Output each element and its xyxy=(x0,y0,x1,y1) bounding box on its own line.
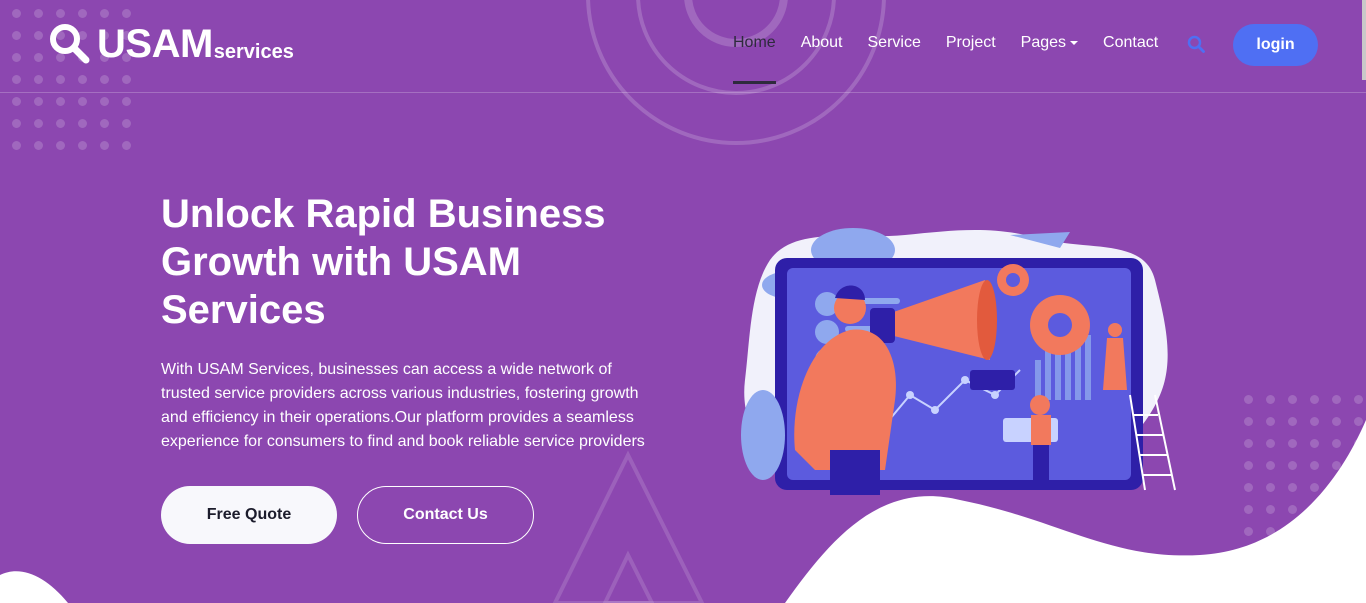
decor-dot xyxy=(1243,460,1253,470)
decor-dot xyxy=(1287,482,1297,492)
decor-dot xyxy=(1309,438,1319,448)
nav-project[interactable]: Project xyxy=(946,34,996,52)
main-nav: Home About Service Project Pages Contact xyxy=(733,34,1183,84)
decor-dot xyxy=(121,96,131,106)
decor-dot xyxy=(1265,438,1275,448)
decor-dot xyxy=(1265,394,1275,404)
decor-dot xyxy=(1353,482,1363,492)
decor-dot xyxy=(55,118,65,128)
decor-dot xyxy=(1265,482,1275,492)
decor-dot xyxy=(77,118,87,128)
decor-dot xyxy=(11,96,21,106)
decor-dot xyxy=(77,96,87,106)
decor-dot xyxy=(11,118,21,128)
decor-dot xyxy=(1265,416,1275,426)
hero-illustration xyxy=(741,228,1176,495)
decor-dot xyxy=(121,140,131,150)
nav-pages-dropdown[interactable]: Pages xyxy=(1020,34,1079,52)
decor-dot xyxy=(1353,504,1363,514)
decor-dot xyxy=(1243,438,1253,448)
nav-service[interactable]: Service xyxy=(868,34,921,52)
hero-title: Unlock Rapid Business Growth with USAM S… xyxy=(161,192,606,332)
decor-dot xyxy=(121,118,131,128)
decor-dot xyxy=(1265,526,1275,536)
decor-dot xyxy=(1353,438,1363,448)
decor-dot xyxy=(99,140,109,150)
decor-dot xyxy=(1331,526,1341,536)
decor-dot xyxy=(1309,460,1319,470)
decor-dot xyxy=(33,140,43,150)
contact-us-button[interactable]: Contact Us xyxy=(357,486,534,544)
decor-dot xyxy=(1309,416,1319,426)
decor-dot xyxy=(1287,438,1297,448)
search-icon[interactable] xyxy=(1187,35,1205,53)
logo[interactable]: USAM services xyxy=(48,22,294,64)
scrollbar[interactable] xyxy=(1362,0,1366,80)
decor-dot xyxy=(1265,504,1275,514)
decor-dot xyxy=(1309,394,1319,404)
dot-grid-bottom-right xyxy=(1237,388,1366,542)
decor-dot xyxy=(1287,504,1297,514)
decor-dot xyxy=(1331,460,1341,470)
decor-dot xyxy=(1331,394,1341,404)
decor-dot xyxy=(1309,504,1319,514)
decor-dot xyxy=(1243,504,1253,514)
decor-dot xyxy=(33,96,43,106)
decor-dot xyxy=(1331,438,1341,448)
logo-magnifier-icon xyxy=(50,24,90,64)
nav-contact[interactable]: Contact xyxy=(1103,34,1158,52)
decor-dot xyxy=(33,118,43,128)
decor-dot xyxy=(1331,504,1341,514)
decor-dot xyxy=(1331,416,1341,426)
decor-dot xyxy=(1353,526,1363,536)
decor-dot xyxy=(1353,394,1363,404)
nav-about[interactable]: About xyxy=(801,34,843,52)
site-header: USAM services Home About Service Project… xyxy=(0,0,1366,93)
hero-description: With USAM Services, businesses can acces… xyxy=(161,361,645,450)
decor-dot xyxy=(11,140,21,150)
logo-suffix: services xyxy=(213,41,294,63)
decor-dot xyxy=(99,118,109,128)
decor-dot xyxy=(1243,482,1253,492)
decor-dot xyxy=(1353,416,1363,426)
decor-dot xyxy=(1331,482,1341,492)
decor-dot xyxy=(1243,394,1253,404)
decor-dot xyxy=(1287,394,1297,404)
decor-dot xyxy=(1309,482,1319,492)
login-button[interactable]: login xyxy=(1233,24,1318,66)
decor-dot xyxy=(1353,460,1363,470)
decor-dot xyxy=(77,140,87,150)
caret-down-icon xyxy=(1070,40,1079,45)
decor-dot xyxy=(1287,416,1297,426)
decor-dot xyxy=(1287,526,1297,536)
decor-dot xyxy=(1243,416,1253,426)
decor-dot xyxy=(1243,526,1253,536)
nav-pages-label: Pages xyxy=(1020,34,1067,51)
logo-name: USAM xyxy=(97,22,213,66)
nav-home[interactable]: Home xyxy=(733,34,776,84)
decor-dot xyxy=(1287,460,1297,470)
decor-dot xyxy=(1265,460,1275,470)
decor-dot xyxy=(55,140,65,150)
decor-dot xyxy=(1309,526,1319,536)
free-quote-button[interactable]: Free Quote xyxy=(161,486,337,544)
decor-dot xyxy=(55,96,65,106)
decor-dot xyxy=(99,96,109,106)
